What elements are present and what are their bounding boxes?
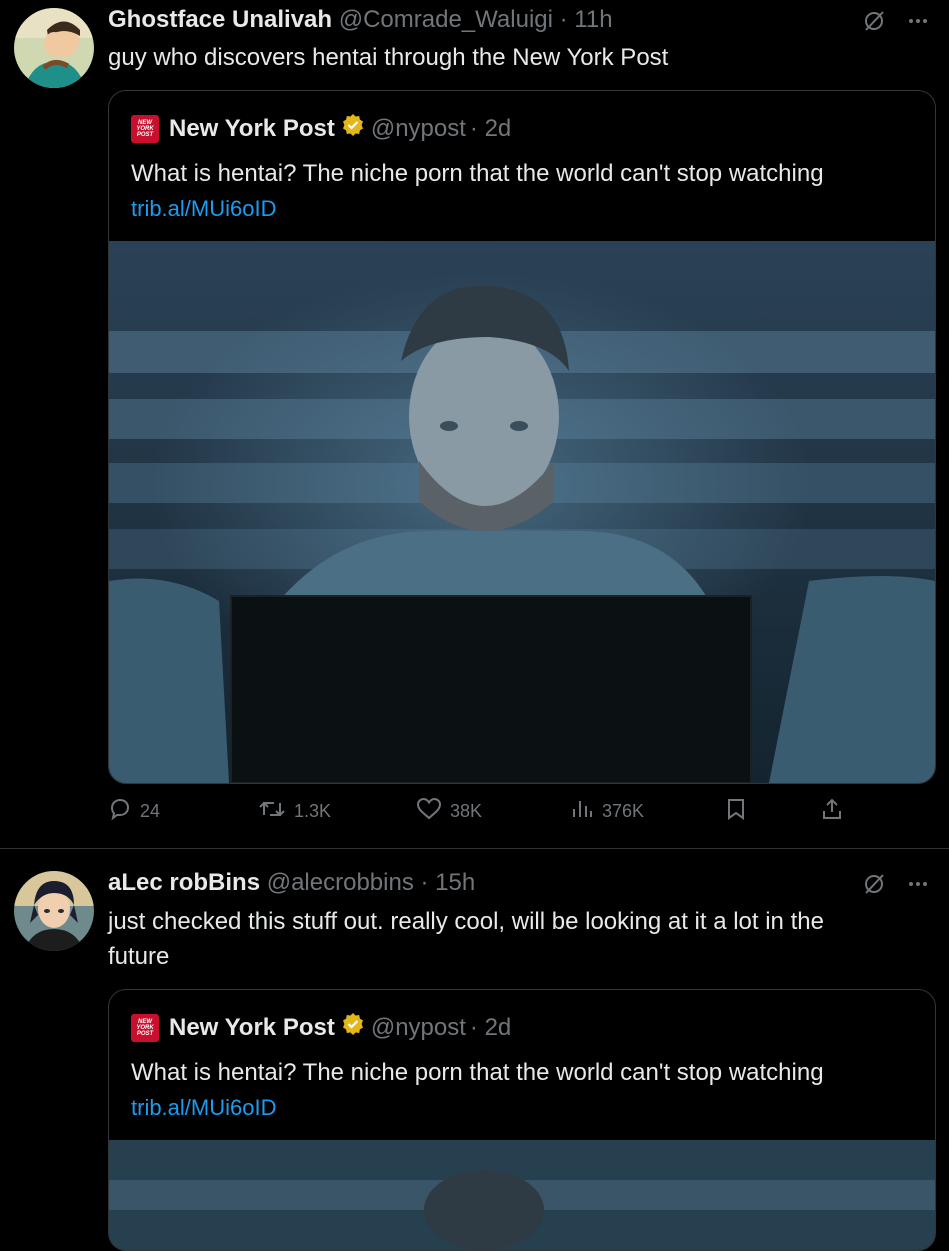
quote-link[interactable]: trib.al/MUi6oID [131,1095,276,1121]
quote-author-name[interactable]: New York Post [169,115,335,143]
tweet-text-line: just checked this stuff out. really cool… [108,908,824,935]
more-icon[interactable] [907,873,929,900]
grok-icon[interactable] [863,10,885,37]
share-icon [820,797,844,826]
quote-author-handle[interactable]: @nypost [371,115,466,143]
quote-text: What is hentai? The niche porn that the … [131,160,824,187]
heart-icon [416,797,442,826]
tweet-text: guy who discovers hentai through the New… [108,44,669,71]
reply-icon [108,797,132,826]
author-name[interactable]: Ghostface Unalivah [108,6,332,33]
more-icon[interactable] [907,10,929,37]
repost-icon [258,797,286,826]
tweet-top-icons [863,10,929,37]
tweet-top-icons [863,873,929,900]
tweet-1[interactable]: Ghostface Unalivah @Comrade_Waluigi · 11… [0,0,949,848]
like-button[interactable]: 38K [416,797,482,826]
tweet-2[interactable]: aLec robBins @alecrobbins · 15h just che… [0,849,949,1251]
verified-badge-icon [341,113,365,144]
verified-badge-icon [341,1012,365,1043]
author-handle[interactable]: @Comrade_Waluigi [339,6,553,33]
nypost-logo: NEW YORK POST [131,114,159,143]
grok-icon[interactable] [863,873,885,900]
quote-tweet[interactable]: NEW YORK POST New York Post @nypost · 2d… [108,989,936,1251]
views-icon [570,797,594,826]
reply-button[interactable]: 24 [108,797,160,826]
share-button[interactable] [820,797,844,826]
quote-image[interactable] [109,241,935,783]
tweet-time[interactable]: · 15h [421,869,476,896]
views-button[interactable]: 376K [570,797,644,826]
quote-header: NEW YORK POST New York Post @nypost · 2d [131,1012,511,1043]
repost-count: 1.3K [294,801,332,821]
author-handle[interactable]: @alecrobbins [267,869,414,896]
author-name[interactable]: aLec robBins [108,869,260,896]
quote-time[interactable]: · 2d [470,115,511,143]
quote-tweet[interactable]: NEW YORK POST New York Post @nypost · 2d… [108,90,936,784]
bookmark-icon [724,797,748,826]
repost-button[interactable]: 1.3K [258,797,331,826]
quote-text: What is hentai? The niche porn that the … [131,1059,824,1086]
nypost-logo: NEW YORK POST [131,1013,159,1042]
quote-image[interactable] [109,1140,935,1250]
like-count: 38K [450,801,483,821]
avatar[interactable] [14,871,94,951]
quote-time[interactable]: · 2d [470,1014,511,1042]
tweet-header: Ghostface Unalivah @Comrade_Waluigi · 11… [108,6,613,34]
tweet-time[interactable]: · 11h [560,6,613,33]
quote-author-handle[interactable]: @nypost [371,1014,466,1042]
reply-count: 24 [140,801,161,821]
tweet-header: aLec robBins @alecrobbins · 15h [108,869,475,897]
quote-link[interactable]: trib.al/MUi6oID [131,196,276,222]
avatar[interactable] [14,8,94,88]
views-count: 376K [602,801,645,821]
tweet-text-line: future [108,943,170,970]
tweet-text: just checked this stuff out. really cool… [108,904,908,974]
quote-author-name[interactable]: New York Post [169,1014,335,1042]
bookmark-button[interactable] [724,797,748,826]
quote-header: NEW YORK POST New York Post @nypost · 2d [131,113,511,144]
tweet-actions: 24 1.3K 38K 376K [108,797,848,829]
